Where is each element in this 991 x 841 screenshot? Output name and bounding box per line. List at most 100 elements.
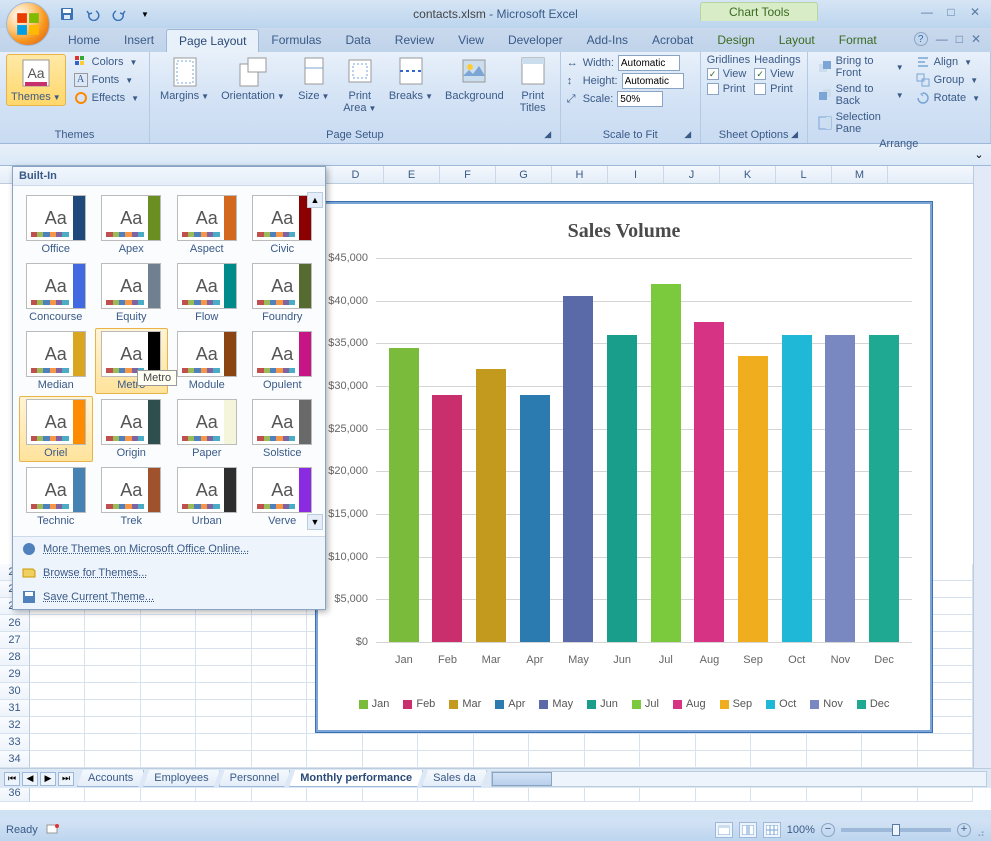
resize-grip[interactable]: ⣠ bbox=[977, 824, 985, 837]
themes-button[interactable]: Aa Themes▼ bbox=[6, 54, 66, 106]
column-header[interactable]: I bbox=[608, 166, 664, 183]
legend-item[interactable]: Nov bbox=[810, 698, 843, 710]
column-header[interactable]: L bbox=[776, 166, 832, 183]
tab-add-ins[interactable]: Add-Ins bbox=[575, 29, 640, 52]
tab-review[interactable]: Review bbox=[383, 29, 446, 52]
save-button[interactable] bbox=[56, 3, 78, 25]
sheet-nav-prev[interactable]: ◀ bbox=[22, 772, 38, 786]
size-button[interactable]: Size▼ bbox=[293, 54, 335, 104]
themes-footer-item[interactable]: More Themes on Microsoft Office Online..… bbox=[13, 537, 325, 561]
page-break-view-button[interactable] bbox=[763, 822, 781, 838]
group-button[interactable]: Group▼ bbox=[912, 72, 984, 88]
redo-button[interactable] bbox=[108, 3, 130, 25]
row-header[interactable]: 34 bbox=[0, 751, 30, 768]
align-button[interactable]: Align▼ bbox=[912, 54, 984, 70]
row-header[interactable]: 29 bbox=[0, 666, 30, 683]
mdi-restore[interactable]: □ bbox=[956, 32, 963, 46]
breaks-button[interactable]: Breaks▼ bbox=[385, 54, 437, 104]
column-header[interactable]: F bbox=[440, 166, 496, 183]
dialog-launcher[interactable]: ◢ bbox=[789, 129, 801, 141]
selection-pane-button[interactable]: Selection Pane bbox=[814, 110, 908, 136]
legend-item[interactable]: Jan bbox=[359, 698, 390, 710]
effects-button[interactable]: Effects▼ bbox=[70, 90, 143, 106]
fonts-button[interactable]: AFonts▼ bbox=[70, 72, 143, 88]
vertical-scrollbar[interactable] bbox=[973, 166, 991, 770]
theme-item-module[interactable]: AaModule bbox=[170, 328, 244, 394]
sheet-nav-next[interactable]: ▶ bbox=[40, 772, 56, 786]
chart-bar[interactable] bbox=[825, 335, 855, 642]
mdi-minimize[interactable]: — bbox=[936, 32, 948, 46]
zoom-slider[interactable] bbox=[841, 828, 951, 832]
page-layout-view-button[interactable] bbox=[739, 822, 757, 838]
headings-view-checkbox[interactable]: ✓ bbox=[754, 68, 766, 80]
colors-button[interactable]: Colors▼ bbox=[70, 54, 143, 70]
print-area-button[interactable]: PrintArea▼ bbox=[339, 54, 381, 116]
column-header[interactable]: M bbox=[832, 166, 888, 183]
legend-item[interactable]: Aug bbox=[673, 698, 706, 710]
theme-item-trek[interactable]: AaTrek bbox=[95, 464, 169, 530]
zoom-out-button[interactable]: − bbox=[821, 823, 835, 837]
sheet-nav-first[interactable]: ⏮ bbox=[4, 772, 20, 786]
macro-record-button[interactable] bbox=[46, 822, 60, 839]
row-header[interactable]: 31 bbox=[0, 700, 30, 717]
chart-bar[interactable] bbox=[782, 335, 812, 642]
tab-insert[interactable]: Insert bbox=[112, 29, 166, 52]
column-header[interactable]: D bbox=[328, 166, 384, 183]
legend-item[interactable]: Feb bbox=[403, 698, 435, 710]
gridlines-print-checkbox[interactable] bbox=[707, 83, 719, 95]
theme-item-median[interactable]: AaMedian bbox=[19, 328, 93, 394]
chart-bar[interactable] bbox=[520, 395, 550, 642]
headings-print-checkbox[interactable] bbox=[754, 83, 766, 95]
row-header[interactable]: 32 bbox=[0, 717, 30, 734]
mdi-close[interactable]: ✕ bbox=[971, 32, 981, 46]
theme-item-apex[interactable]: AaApex bbox=[95, 192, 169, 258]
sheet-tab[interactable]: Personnel bbox=[219, 770, 291, 787]
gridlines-view-checkbox[interactable]: ✓ bbox=[707, 68, 719, 80]
context-tab-layout[interactable]: Layout bbox=[767, 29, 827, 52]
column-header[interactable]: E bbox=[384, 166, 440, 183]
theme-item-origin[interactable]: AaOrigin bbox=[95, 396, 169, 462]
legend-item[interactable]: Oct bbox=[766, 698, 796, 710]
chart-bar[interactable] bbox=[607, 335, 637, 642]
chart-plot-area[interactable]: $0$5,000$10,000$15,000$20,000$25,000$30,… bbox=[376, 258, 912, 642]
normal-view-button[interactable] bbox=[715, 822, 733, 838]
theme-item-oriel[interactable]: AaOriel bbox=[19, 396, 93, 462]
zoom-in-button[interactable]: + bbox=[957, 823, 971, 837]
office-button[interactable] bbox=[6, 2, 50, 46]
chart-bar[interactable] bbox=[563, 296, 593, 642]
tab-data[interactable]: Data bbox=[333, 29, 382, 52]
minimize-button[interactable]: — bbox=[919, 4, 935, 20]
row-header[interactable]: 26 bbox=[0, 615, 30, 632]
tab-home[interactable]: Home bbox=[56, 29, 112, 52]
sheet-tab[interactable]: Sales da bbox=[422, 770, 487, 787]
row-header[interactable]: 33 bbox=[0, 734, 30, 751]
chart-bar[interactable] bbox=[476, 369, 506, 642]
theme-item-paper[interactable]: AaPaper bbox=[170, 396, 244, 462]
send-to-back-button[interactable]: Send to Back▼ bbox=[814, 82, 908, 108]
background-button[interactable]: Background bbox=[441, 54, 508, 104]
legend-item[interactable]: Apr bbox=[495, 698, 525, 710]
theme-item-aspect[interactable]: AaAspect bbox=[170, 192, 244, 258]
row-header[interactable]: 27 bbox=[0, 632, 30, 649]
scale-input[interactable] bbox=[617, 91, 663, 107]
sheet-tab[interactable]: Accounts bbox=[77, 770, 144, 787]
height-input[interactable] bbox=[622, 73, 684, 89]
legend-item[interactable]: Mar bbox=[449, 698, 481, 710]
theme-item-flow[interactable]: AaFlow bbox=[170, 260, 244, 326]
tab-view[interactable]: View bbox=[446, 29, 496, 52]
print-titles-button[interactable]: PrintTitles bbox=[512, 54, 554, 116]
chart-bar[interactable] bbox=[869, 335, 899, 642]
tab-acrobat[interactable]: Acrobat bbox=[640, 29, 705, 52]
tab-formulas[interactable]: Formulas bbox=[259, 29, 333, 52]
margins-button[interactable]: Margins▼ bbox=[156, 54, 213, 104]
horizontal-scrollbar[interactable] bbox=[491, 771, 987, 787]
theme-item-equity[interactable]: AaEquity bbox=[95, 260, 169, 326]
column-header[interactable]: G bbox=[496, 166, 552, 183]
theme-item-urban[interactable]: AaUrban bbox=[170, 464, 244, 530]
orientation-button[interactable]: Orientation▼ bbox=[217, 54, 289, 104]
zoom-level[interactable]: 100% bbox=[787, 824, 815, 836]
themes-footer-item[interactable]: Browse for Themes... bbox=[13, 561, 325, 585]
legend-item[interactable]: May bbox=[539, 698, 573, 710]
sheet-tab[interactable]: Monthly performance bbox=[289, 770, 423, 787]
themes-scrollbar[interactable]: ▲▼ bbox=[307, 192, 323, 530]
